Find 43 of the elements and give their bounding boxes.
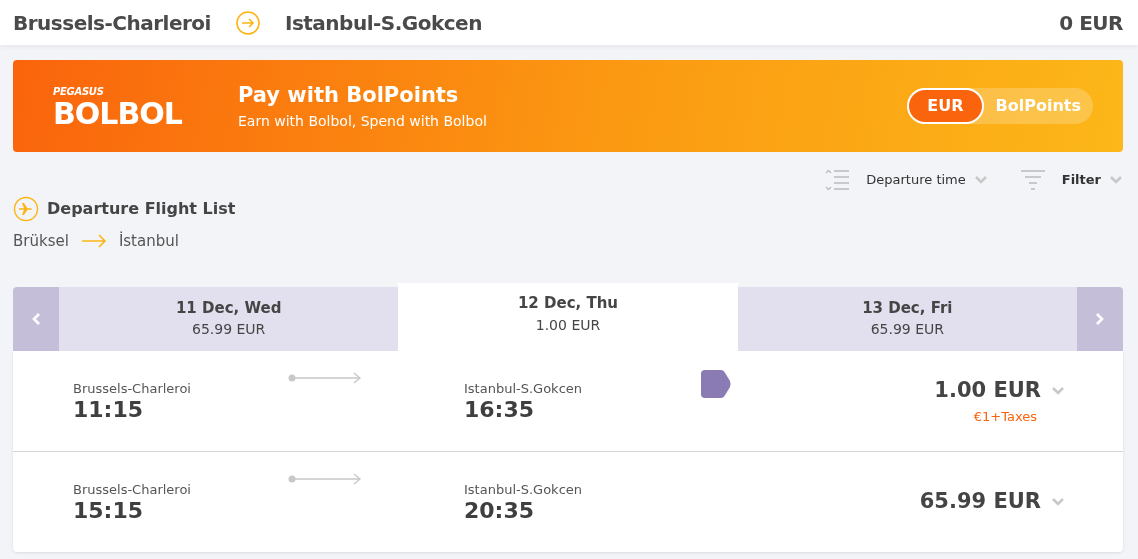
fare-note: €1+Taxes [973, 407, 1037, 426]
departure-time: 15:15 [73, 499, 145, 524]
logo-name: BOLBOL [53, 98, 182, 129]
arrival-time: 20:35 [464, 499, 536, 524]
section-title: Departure Flight List [47, 198, 236, 220]
sort-icon [824, 168, 851, 192]
banner-title: Pay with BolPoints [238, 81, 460, 109]
arrow-right-icon [80, 234, 107, 249]
logo-brand: PEGASUS [53, 84, 105, 99]
filter-icon [1019, 169, 1046, 191]
date-tab[interactable]: 12 Dec, Thu 1.00 EUR [398, 282, 738, 351]
date-tab[interactable]: 13 Dec, Fri 65.99 EUR [737, 286, 1077, 351]
flight-row[interactable]: Brussels-Charleroi 11:15 Istanbul-S.Gokcen 16:35 1.00 EUR €1+Taxes [13, 350, 1123, 451]
filter-dropdown[interactable]: Filter [1061, 170, 1123, 190]
flight-row[interactable]: Brussels-Charleroi 15:15 Istanbul-S.Gokcen 20:35 65.99 EUR [13, 450, 1123, 552]
arrow-circle-icon [234, 9, 261, 36]
date-tab[interactable]: 11 Dec, Wed 65.99 EUR [59, 286, 399, 351]
departure-airport: Brussels-Charleroi [73, 379, 192, 398]
flight-path-icon [288, 371, 362, 384]
sort-dropdown[interactable]: Departure time [866, 170, 988, 190]
destination-city: Istanbul-S.Gokcen [284, 9, 482, 37]
chevron-left-icon [31, 311, 41, 326]
route-destination: İstanbul [118, 230, 179, 252]
route-origin: Brüksel [13, 231, 69, 252]
fare-price: 65.99 EUR [919, 487, 1041, 515]
fare-price: 1.00 EUR [934, 377, 1041, 404]
arrival-time: 16:35 [464, 398, 536, 423]
flight-path-icon [288, 472, 362, 485]
chevron-down-icon [1051, 385, 1065, 396]
origin-city: Brussels-Charleroi [13, 9, 211, 37]
previous-day-button[interactable] [13, 286, 59, 351]
banner-subtitle: Earn with Bolbol, Spend with Bolbol [238, 112, 487, 132]
chevron-down-icon [973, 175, 988, 185]
arrival-airport: Istanbul-S.Gokcen [464, 379, 583, 398]
chevron-right-icon [1095, 311, 1105, 326]
departure-airport: Brussels-Charleroi [73, 480, 192, 499]
total-price: 0 EUR [1059, 9, 1123, 37]
arrival-airport: Istanbul-S.Gokcen [464, 480, 583, 499]
chevron-down-icon [1109, 175, 1123, 185]
chevron-down-icon [1051, 496, 1065, 507]
departure-time: 11:15 [73, 398, 145, 423]
next-day-button[interactable] [1077, 286, 1123, 351]
airplane-icon [13, 196, 39, 222]
